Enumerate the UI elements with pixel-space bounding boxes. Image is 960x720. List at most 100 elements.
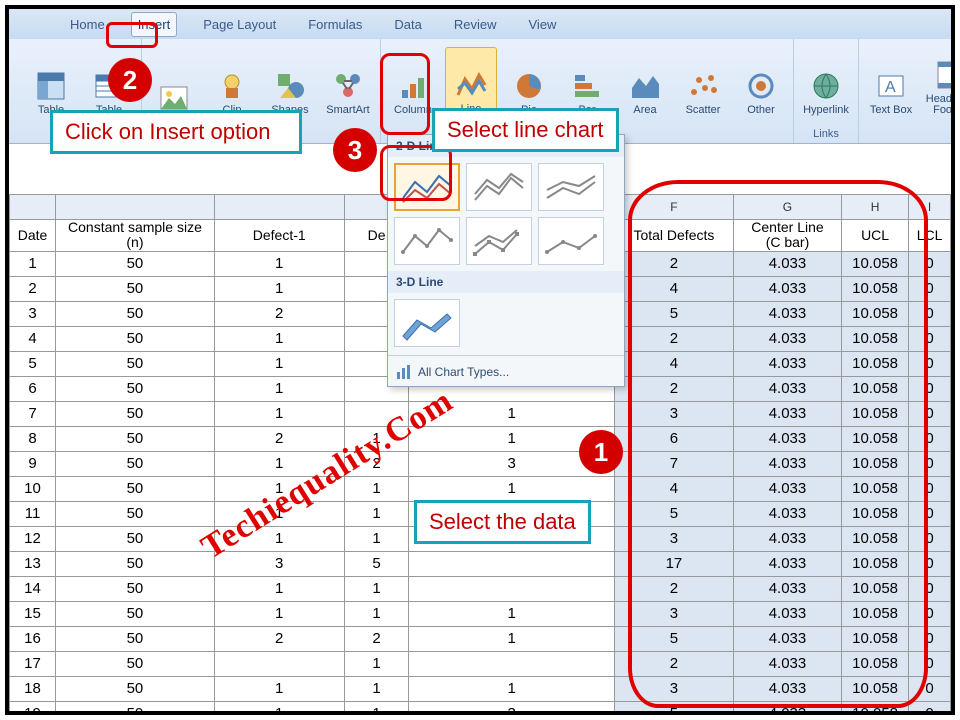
cell[interactable]: 3 [614,601,733,626]
cell[interactable]: 50 [56,326,215,351]
cell[interactable]: 10.058 [842,401,909,426]
cell[interactable]: 1 [409,476,614,501]
cell[interactable]: 9 [10,451,56,476]
cell[interactable]: 50 [56,251,215,276]
cell[interactable]: 3 [409,701,614,711]
line-chart-option-1[interactable] [394,163,460,211]
cell[interactable]: 11 [10,501,56,526]
cell[interactable]: 4 [614,476,733,501]
tab-data[interactable]: Data [388,13,427,36]
cell[interactable]: 1 [344,601,409,626]
cell[interactable]: 50 [56,551,215,576]
cell[interactable]: 10.058 [842,276,909,301]
col-letter[interactable]: I [909,195,951,220]
cell[interactable]: 1 [214,476,344,501]
cell[interactable]: 1 [10,251,56,276]
line-chart-option-2[interactable] [466,163,532,211]
col-header[interactable]: Date [10,220,56,252]
cell[interactable]: 5 [614,626,733,651]
cell[interactable]: 10.058 [842,676,909,701]
cell[interactable]: 10.058 [842,526,909,551]
cell[interactable]: 1 [214,701,344,711]
cell[interactable]: 1 [214,601,344,626]
cell[interactable]: 50 [56,301,215,326]
cell[interactable]: 4.033 [733,601,841,626]
textbox-button[interactable]: AText Box [865,47,917,117]
cell[interactable]: 10.058 [842,251,909,276]
cell[interactable]: 4.033 [733,426,841,451]
cell[interactable]: 0 [909,376,951,401]
cell[interactable]: 0 [909,576,951,601]
cell[interactable] [409,651,614,676]
cell[interactable]: 4.033 [733,626,841,651]
pie-button[interactable]: Pie [503,47,555,117]
cell[interactable]: 1 [344,701,409,711]
line-chart-option-4[interactable] [394,217,460,265]
cell[interactable]: 1 [214,451,344,476]
cell[interactable]: 5 [10,351,56,376]
cell[interactable]: 50 [56,451,215,476]
cell[interactable]: 4.033 [733,351,841,376]
col-letter[interactable]: F [614,195,733,220]
cell[interactable]: 17 [10,651,56,676]
cell[interactable]: 50 [56,351,215,376]
other-button[interactable]: Other [735,47,787,117]
col-header[interactable]: Constant sample size (n) [56,220,215,252]
cell[interactable]: 1 [409,626,614,651]
cell[interactable]: 10.058 [842,451,909,476]
cell[interactable]: 10.058 [842,351,909,376]
cell[interactable]: 0 [909,351,951,376]
cell[interactable]: 10.058 [842,376,909,401]
cell[interactable]: 16 [10,626,56,651]
cell[interactable]: 4.033 [733,326,841,351]
cell[interactable]: 6 [10,376,56,401]
cell[interactable]: 4.033 [733,476,841,501]
cell[interactable]: 4 [614,276,733,301]
cell[interactable]: 0 [909,451,951,476]
all-chart-types-button[interactable]: All Chart Types... [388,358,624,386]
cell[interactable]: 50 [56,426,215,451]
cell[interactable]: 1 [409,401,614,426]
cell[interactable]: 18 [10,676,56,701]
cell[interactable]: 50 [56,526,215,551]
cell[interactable]: 4.033 [733,251,841,276]
cell[interactable]: 7 [10,401,56,426]
tab-home[interactable]: Home [64,13,111,36]
cell[interactable]: 4.033 [733,576,841,601]
cell[interactable]: 1 [214,576,344,601]
cell[interactable]: 10 [10,476,56,501]
bar-button[interactable]: Bar [561,47,613,117]
cell[interactable] [409,576,614,601]
column-button[interactable]: Column [387,47,439,117]
cell[interactable]: 0 [909,276,951,301]
cell[interactable]: 4.033 [733,376,841,401]
cell[interactable]: 15 [10,601,56,626]
cell[interactable]: 2 [344,451,409,476]
cell[interactable]: 10.058 [842,476,909,501]
cell[interactable] [344,401,409,426]
cell[interactable]: 3 [614,526,733,551]
cell[interactable] [409,551,614,576]
smartart-button[interactable]: SmartArt [322,47,374,117]
cell[interactable]: 4.033 [733,501,841,526]
line-chart-3d-option[interactable] [394,299,460,347]
cell[interactable]: 4 [614,351,733,376]
cell[interactable]: 50 [56,501,215,526]
cell[interactable]: 1 [214,401,344,426]
headerfooter-button[interactable]: Header & Footer [923,47,955,117]
cell[interactable]: 1 [214,326,344,351]
tab-page-layout[interactable]: Page Layout [197,13,282,36]
cell[interactable]: 1 [214,501,344,526]
cell[interactable]: 50 [56,601,215,626]
cell[interactable]: 10.058 [842,626,909,651]
line-chart-option-5[interactable] [466,217,532,265]
cell[interactable]: 1 [344,576,409,601]
cell[interactable]: 8 [10,426,56,451]
cell[interactable]: 10.058 [842,301,909,326]
tab-insert[interactable]: Insert [131,12,178,37]
pivot-button[interactable]: Table [25,47,77,117]
cell[interactable]: 2 [344,626,409,651]
cell[interactable]: 17 [614,551,733,576]
cell[interactable]: 0 [909,326,951,351]
cell[interactable]: 3 [614,676,733,701]
